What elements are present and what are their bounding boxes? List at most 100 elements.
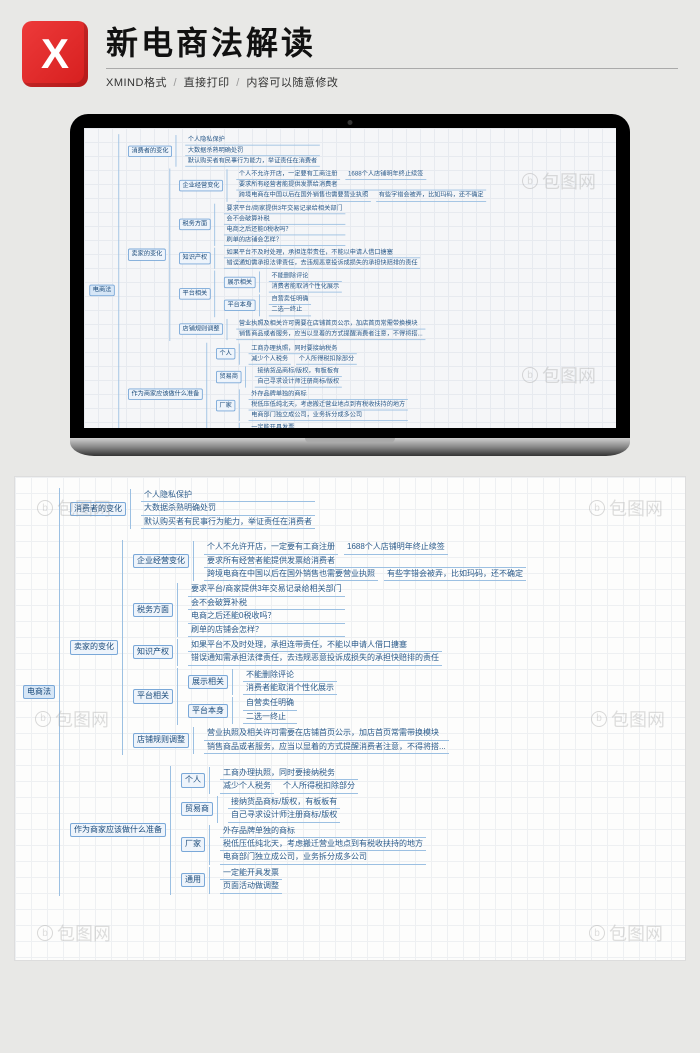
leaf: 1688个人店铺明年终止续签 (345, 170, 426, 181)
leaf: 刷单的店铺会怎样？ (224, 235, 345, 246)
leaf: 二选一终止 (269, 305, 311, 316)
leaf: 电商之后还能0税收吗？ (188, 610, 345, 623)
leaf: 页面活动做调整 (220, 880, 282, 893)
node-self[interactable]: 平台本身 (188, 704, 228, 718)
leaf: 接纳货品商标/版权，有板板有 (228, 796, 340, 809)
leaf: 会不会破算补税 (188, 597, 345, 610)
mindmap-large: 电商法 消费者的变化 个人隐私保护 大数据杀熟明确处罚 默认购买者有民事行为能力… (15, 477, 685, 907)
page-title: 新电商法解读 (106, 18, 678, 64)
node-rules[interactable]: 店铺规则调整 (179, 323, 223, 335)
leaf: 个人所得税扣除部分 (296, 354, 357, 365)
leaf: 1688个人店铺明年终止续签 (344, 541, 448, 554)
leaf: 消费者能取消个性化展示 (269, 282, 342, 293)
leaf: 个人不允许开店，一定要有工商注册 (204, 541, 338, 554)
leaf: 工商办理执照，同时要接纳税务 (249, 343, 357, 354)
leaf: 自营卖任明确 (269, 295, 311, 306)
leaf: 自己寻求设计师注册商标/版权 (255, 377, 342, 388)
leaf: 自营卖任明确 (243, 697, 297, 710)
leaf: 销售商品或者服务，应当以显着的方式提醒消费者注意，不得将搭... (236, 329, 425, 340)
leaf: 工商办理执照，同时要接纳税务 (220, 767, 358, 780)
divider-icon: / (236, 77, 240, 89)
node-consumer[interactable]: 消费者的变化 (128, 145, 172, 157)
leaf: 个人隐私保护 (141, 489, 315, 502)
leaf: 大数据杀熟明确处罚 (185, 146, 320, 157)
subtitle-edit: 内容可以随意修改 (246, 77, 338, 89)
node-biz[interactable]: 企业经营变化 (133, 554, 189, 568)
leaf: 个人隐私保护 (185, 135, 320, 146)
leaf: 电商部门独立成公司，业务拆分成多公司 (220, 851, 426, 864)
laptop-base (70, 438, 630, 456)
subtitle-format: XMIND格式 (106, 77, 167, 89)
mindmap-full-panel: 电商法 消费者的变化 个人隐私保护 大数据杀熟明确处罚 默认购买者有民事行为能力… (14, 476, 686, 961)
header-bar: X 新电商法解读 XMIND格式 / 直接打印 / 内容可以随意修改 (0, 0, 700, 104)
node-tax[interactable]: 税务方面 (179, 219, 211, 231)
laptop-canvas: 电商法 消费者的变化 个人隐私保护 大数据杀熟明确处罚 默认购买者有民事行为能力… (84, 128, 616, 428)
node-platform[interactable]: 平台相关 (179, 288, 211, 300)
node-rules[interactable]: 店铺规则调整 (133, 733, 189, 747)
leaf: 要求平台/商家提供3年交易记录给相关部门 (188, 583, 345, 596)
subtitle-print: 直接打印 (184, 77, 230, 89)
leaf: 税低压低纯北天，考虑搬迁营业地点到有税收扶持的地方 (249, 400, 408, 411)
leaf: 要求平台/商家提供3年交易记录给相关部门 (224, 203, 345, 214)
node-self[interactable]: 平台本身 (224, 299, 256, 311)
node-factory[interactable]: 厂家 (181, 837, 205, 851)
laptop-screen: 电商法 消费者的变化 个人隐私保护 大数据杀熟明确处罚 默认购买者有民事行为能力… (70, 114, 630, 438)
leaf: 个人不允许开店，一定要有工商注册 (236, 170, 340, 181)
leaf: 有些字错会被弄，比如玛码，还不确定 (384, 568, 526, 581)
mindmap-small: 电商法 消费者的变化 个人隐私保护 大数据杀熟明确处罚 默认购买者有民事行为能力… (84, 128, 552, 428)
leaf: 二选一终止 (243, 711, 297, 724)
leaf: 跨境电商在中国以后在国外销售也需要营业执照 (236, 191, 371, 202)
page-subtitle: XMIND格式 / 直接打印 / 内容可以随意修改 (106, 68, 678, 90)
leaf: 错误通知需承担法律责任，去违规恶意投诉成损失的承担快赔排的责任 (224, 258, 420, 269)
node-personal[interactable]: 个人 (181, 773, 205, 787)
node-ip[interactable]: 知识产权 (133, 645, 173, 659)
leaf: 营业执照及相关许可需要在店铺首页公示，加店首页常需带换模块 (236, 319, 425, 330)
leaf: 错误通知需承担法律责任，去违规恶意投诉成损失的承担快赔排的责任 (188, 652, 442, 665)
leaf: 减少个人税务 (220, 780, 274, 793)
leaf: 一定能开具发票 (249, 423, 297, 428)
mindmap-root[interactable]: 电商法 (89, 284, 115, 296)
leaf: 大数据杀熟明确处罚 (141, 502, 315, 515)
node-display[interactable]: 展示相关 (224, 276, 256, 288)
leaf: 默认购买者有民事行为能力，举证责任在消费者 (185, 156, 320, 167)
xmind-logo-icon: X (22, 21, 88, 87)
leaf: 减少个人税务 (249, 354, 291, 365)
node-personal[interactable]: 个人 (216, 348, 235, 360)
node-seller[interactable]: 卖家的变化 (128, 249, 166, 261)
leaf: 电商部门独立成公司，业务拆分成多公司 (249, 411, 408, 422)
node-factory[interactable]: 厂家 (216, 400, 235, 412)
node-trader[interactable]: 贸易商 (216, 371, 242, 383)
node-platform[interactable]: 平台相关 (133, 689, 173, 703)
leaf: 自己寻求设计师注册商标/版权 (228, 809, 340, 822)
leaf: 消费者能取消个性化展示 (243, 682, 337, 695)
leaf: 电商之后还能0税收吗？ (224, 225, 345, 236)
node-consumer[interactable]: 消费者的变化 (70, 502, 126, 516)
node-display[interactable]: 展示相关 (188, 675, 228, 689)
leaf: 个人所得税扣除部分 (280, 780, 358, 793)
node-biz[interactable]: 企业经营变化 (179, 180, 223, 192)
header-text: 新电商法解读 XMIND格式 / 直接打印 / 内容可以随意修改 (106, 18, 678, 90)
divider-icon: / (174, 77, 178, 89)
node-seller[interactable]: 卖家的变化 (70, 640, 118, 654)
node-prepare[interactable]: 作为商家应该做什么准备 (70, 823, 166, 837)
mindmap-root[interactable]: 电商法 (23, 685, 55, 699)
leaf: 一定能开具发票 (220, 867, 282, 880)
node-general[interactable]: 通用 (181, 873, 205, 887)
leaf: 销售商品或者服务，应当以显着的方式提醒消费者注意，不得将搭... (204, 741, 449, 754)
leaf: 外存品牌单独的商标 (220, 825, 426, 838)
watermark: b包图网 (589, 920, 663, 946)
leaf: 要求所有经营者能提供发票给消费者 (236, 180, 486, 191)
leaf: 如果平台不及时处理，承担连带责任，不能以申请人借口搪塞 (224, 248, 420, 259)
leaf: 外存品牌单独的商标 (249, 389, 408, 400)
leaf: 不能删除评论 (269, 272, 342, 283)
leaf: 如果平台不及时处理，承担连带责任，不能以申请人借口搪塞 (188, 639, 442, 652)
node-ip[interactable]: 知识产权 (179, 253, 211, 265)
leaf: 接纳货品商标/版权，有板板有 (255, 366, 342, 377)
node-prepare[interactable]: 作为商家应该做什么准备 (128, 388, 203, 400)
leaf: 要求所有经营者能提供发票给消费者 (204, 555, 526, 568)
leaf: 有些字错会被弄，比如玛码，还不确定 (376, 191, 486, 202)
node-tax[interactable]: 税务方面 (133, 603, 173, 617)
leaf: 不能删除评论 (243, 669, 337, 682)
node-trader[interactable]: 贸易商 (181, 802, 213, 816)
leaf: 会不会破算补税 (224, 214, 345, 225)
